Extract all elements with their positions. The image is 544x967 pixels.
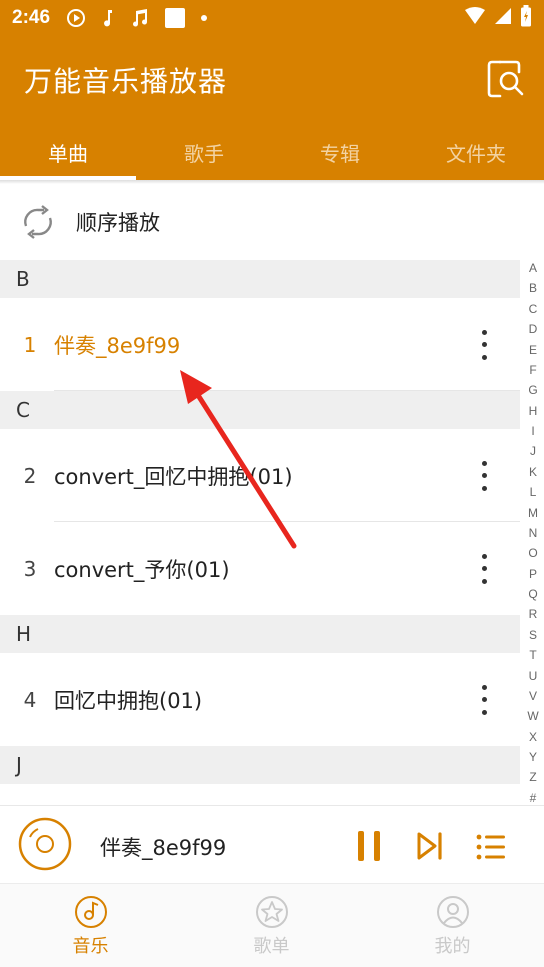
alphabet-index-letter[interactable]: Y [529, 751, 537, 763]
status-time: 2:46 [12, 7, 51, 28]
song-item[interactable]: 3 convert_予你(01) [0, 522, 520, 615]
album-disc-icon [18, 817, 72, 871]
battery-icon [520, 5, 532, 31]
mini-player-track: 伴奏_8e9f99 [100, 836, 227, 860]
alphabet-index-letter[interactable]: X [529, 731, 537, 743]
section-header: H [0, 615, 520, 653]
alphabet-index-letter[interactable]: I [531, 425, 534, 437]
search-button[interactable] [486, 58, 526, 100]
mini-player[interactable]: 伴奏_8e9f99 [0, 805, 544, 883]
song-title: 回忆中拥抱(01) [54, 688, 203, 713]
playlist-queue-button[interactable] [476, 834, 506, 860]
app-title: 万能音乐播放器 [24, 65, 228, 98]
alphabet-index-letter[interactable]: J [530, 445, 536, 457]
song-list: B 1 伴奏_8e9f99 C 2 convert_回忆中拥抱(01) 3 co… [0, 260, 520, 784]
music-notes-icon [130, 6, 150, 30]
alphabet-index-letter[interactable]: N [529, 527, 538, 539]
alphabet-index-letter[interactable]: V [529, 690, 537, 702]
alphabet-index-letter[interactable]: H [529, 405, 538, 417]
alphabet-index-letter[interactable]: R [529, 608, 538, 620]
nav-profile-label: 我的 [434, 936, 471, 957]
play-mode-button[interactable]: 顺序播放 [0, 184, 544, 260]
song-title: 伴奏_8e9f99 [54, 333, 181, 358]
section-header: C [0, 391, 520, 429]
play-circle-icon [66, 6, 86, 30]
alphabet-index-letter[interactable]: P [529, 568, 537, 580]
next-button[interactable] [416, 832, 444, 860]
song-item[interactable]: 4 回忆中拥抱(01) [0, 653, 520, 746]
signal-icon [494, 7, 512, 29]
alphabet-index-letter[interactable]: # [530, 792, 537, 804]
bottom-navigation: 音乐 歌单 我的 [0, 883, 544, 967]
repeat-icon [24, 205, 52, 239]
more-options-icon[interactable] [478, 460, 490, 491]
nav-music-label: 音乐 [72, 936, 109, 957]
song-index: 4 [23, 687, 37, 712]
divider [54, 390, 520, 391]
tab-songs[interactable]: 单曲 [0, 124, 136, 180]
nav-profile[interactable]: 我的 [362, 884, 543, 967]
status-bar: 2:46 [0, 0, 544, 36]
alphabet-index-letter[interactable]: Z [529, 771, 536, 783]
alphabet-index[interactable]: A B C D E F G H I J K L M N O P Q R S T U V W X Y Z # [522, 262, 544, 804]
play-mode-label: 顺序播放 [76, 211, 160, 235]
song-item[interactable]: 1 伴奏_8e9f99 [0, 298, 520, 391]
tab-artists[interactable]: 歌手 [136, 124, 272, 180]
nav-music[interactable]: 音乐 [0, 884, 181, 967]
alphabet-index-letter[interactable]: F [529, 364, 536, 376]
song-index: 1 [23, 332, 37, 357]
more-options-icon[interactable] [478, 553, 490, 584]
alphabet-index-letter[interactable]: G [528, 384, 537, 396]
song-item[interactable]: 2 convert_回忆中拥抱(01) [0, 429, 520, 522]
song-index: 3 [23, 556, 37, 581]
alphabet-index-letter[interactable]: T [529, 649, 536, 661]
music-note-icon [100, 6, 116, 30]
notification-dot-icon [200, 6, 208, 30]
music-disc-icon [74, 896, 107, 928]
alphabet-index-letter[interactable]: M [528, 507, 538, 519]
alphabet-index-letter[interactable]: B [529, 282, 537, 294]
profile-icon [436, 896, 469, 928]
app-bar: 万能音乐播放器 [0, 36, 544, 124]
alphabet-index-letter[interactable]: U [529, 670, 538, 682]
alphabet-index-letter[interactable]: Q [528, 588, 537, 600]
alphabet-index-letter[interactable]: E [529, 344, 537, 356]
section-header: B [0, 260, 520, 298]
song-index: 2 [23, 463, 37, 488]
wifi-icon [464, 7, 486, 29]
nav-playlists-label: 歌单 [253, 936, 290, 957]
section-header: J [0, 746, 520, 784]
tab-folders[interactable]: 文件夹 [408, 124, 544, 180]
alphabet-index-letter[interactable]: W [527, 710, 538, 722]
song-title: convert_回忆中拥抱(01) [54, 464, 293, 489]
pause-button[interactable] [356, 830, 384, 862]
more-options-icon[interactable] [478, 684, 490, 715]
alphabet-index-letter[interactable]: A [529, 262, 537, 274]
star-icon [255, 896, 288, 928]
song-title: convert_予你(01) [54, 557, 230, 582]
alphabet-index-letter[interactable]: O [528, 547, 537, 559]
alphabet-index-letter[interactable]: K [529, 466, 537, 478]
nav-playlists[interactable]: 歌单 [181, 884, 362, 967]
phone-search-icon [487, 60, 524, 98]
alphabet-index-letter[interactable]: C [529, 303, 538, 315]
alphabet-index-letter[interactable]: S [529, 629, 537, 641]
alphabet-index-letter[interactable]: L [530, 486, 537, 498]
tab-bar: 单曲 歌手 专辑 文件夹 [0, 124, 544, 180]
alphabet-index-letter[interactable]: D [529, 323, 538, 335]
tab-albums[interactable]: 专辑 [272, 124, 408, 180]
image-icon [164, 6, 186, 30]
more-options-icon[interactable] [478, 329, 490, 360]
